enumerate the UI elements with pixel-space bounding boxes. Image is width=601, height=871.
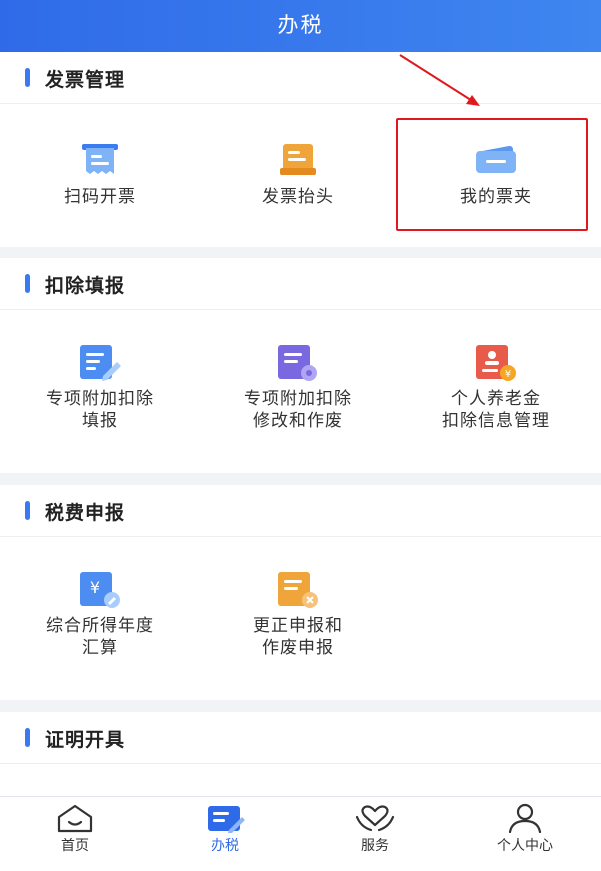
invoice-title-icon [280,144,316,175]
item-label: 个人养老金 扣除信息管理 [442,389,550,431]
yuan-document-icon: ¥ [80,572,120,608]
scan-issue-invoice-button[interactable]: 扫码开票 [0,142,200,208]
form-settings-icon [278,345,317,381]
section-title: 证明开具 [45,729,126,751]
item-label: 专项附加扣除 填报 [46,389,154,431]
pension-deduction-button[interactable]: ¥ 个人养老金 扣除信息管理 [396,344,596,432]
tab-home[interactable]: 首页 [0,803,150,855]
annual-settlement-button[interactable]: ¥ 综合所得年度 汇算 [0,571,200,659]
annotation-arrow-icon [399,54,480,106]
correction-void-filing-button[interactable]: 更正申报和 作废申报 [198,571,398,659]
svg-text:¥: ¥ [90,578,100,597]
section-title: 扣除填报 [45,275,126,297]
tab-label: 办税 [211,838,239,854]
tab-label: 首页 [61,838,89,854]
section-header: 扣除填报 [0,258,601,310]
item-label: 综合所得年度 汇算 [46,616,154,658]
special-deduction-modify-button[interactable]: 专项附加扣除 修改和作废 [198,344,398,432]
section-title: 税费申报 [45,502,126,524]
person-icon [508,803,542,833]
tab-tax[interactable]: 办税 [150,803,300,855]
item-label: 更正申报和 作废申报 [253,616,343,658]
home-icon [57,804,93,833]
section-accent-bar [25,274,30,293]
pension-card-icon: ¥ [476,345,516,381]
item-label: 专项附加扣除 修改和作废 [244,389,352,431]
section-tax-filing: 税费申报 ¥ 综合所得年度 汇算 更正申报和 作废申报 [0,485,601,700]
item-label: 发票抬头 [262,187,334,207]
receipt-scan-icon [82,144,118,174]
section-header: 税费申报 [0,485,601,537]
section-header: 证明开具 [0,712,601,764]
tab-service[interactable]: 服务 [300,803,450,855]
section-deduction-filing: 扣除填报 专项附加扣除 填报 专项附加扣除 修改和作废 ¥ 个人养老金 扣除信息… [0,258,601,473]
form-edit-icon [80,345,121,381]
special-deduction-fill-button[interactable]: 专项附加扣除 填报 [0,344,200,432]
tab-label: 个人中心 [497,838,553,854]
section-accent-bar [25,728,30,747]
section-certificate-issuance: 证明开具 [0,712,601,796]
document-cancel-icon [278,572,318,608]
tax-icon [208,806,245,833]
tab-personal-center[interactable]: 个人中心 [450,803,600,855]
heart-hands-icon [355,805,395,832]
bottom-tab-bar: 首页 办税 服务 个人中心 [0,796,601,871]
svg-text:¥: ¥ [505,369,511,380]
invoice-title-button[interactable]: 发票抬头 [198,142,398,208]
item-label: 扫码开票 [64,187,136,207]
section-accent-bar [25,501,30,520]
highlight-box [396,118,588,231]
tab-label: 服务 [361,838,389,854]
